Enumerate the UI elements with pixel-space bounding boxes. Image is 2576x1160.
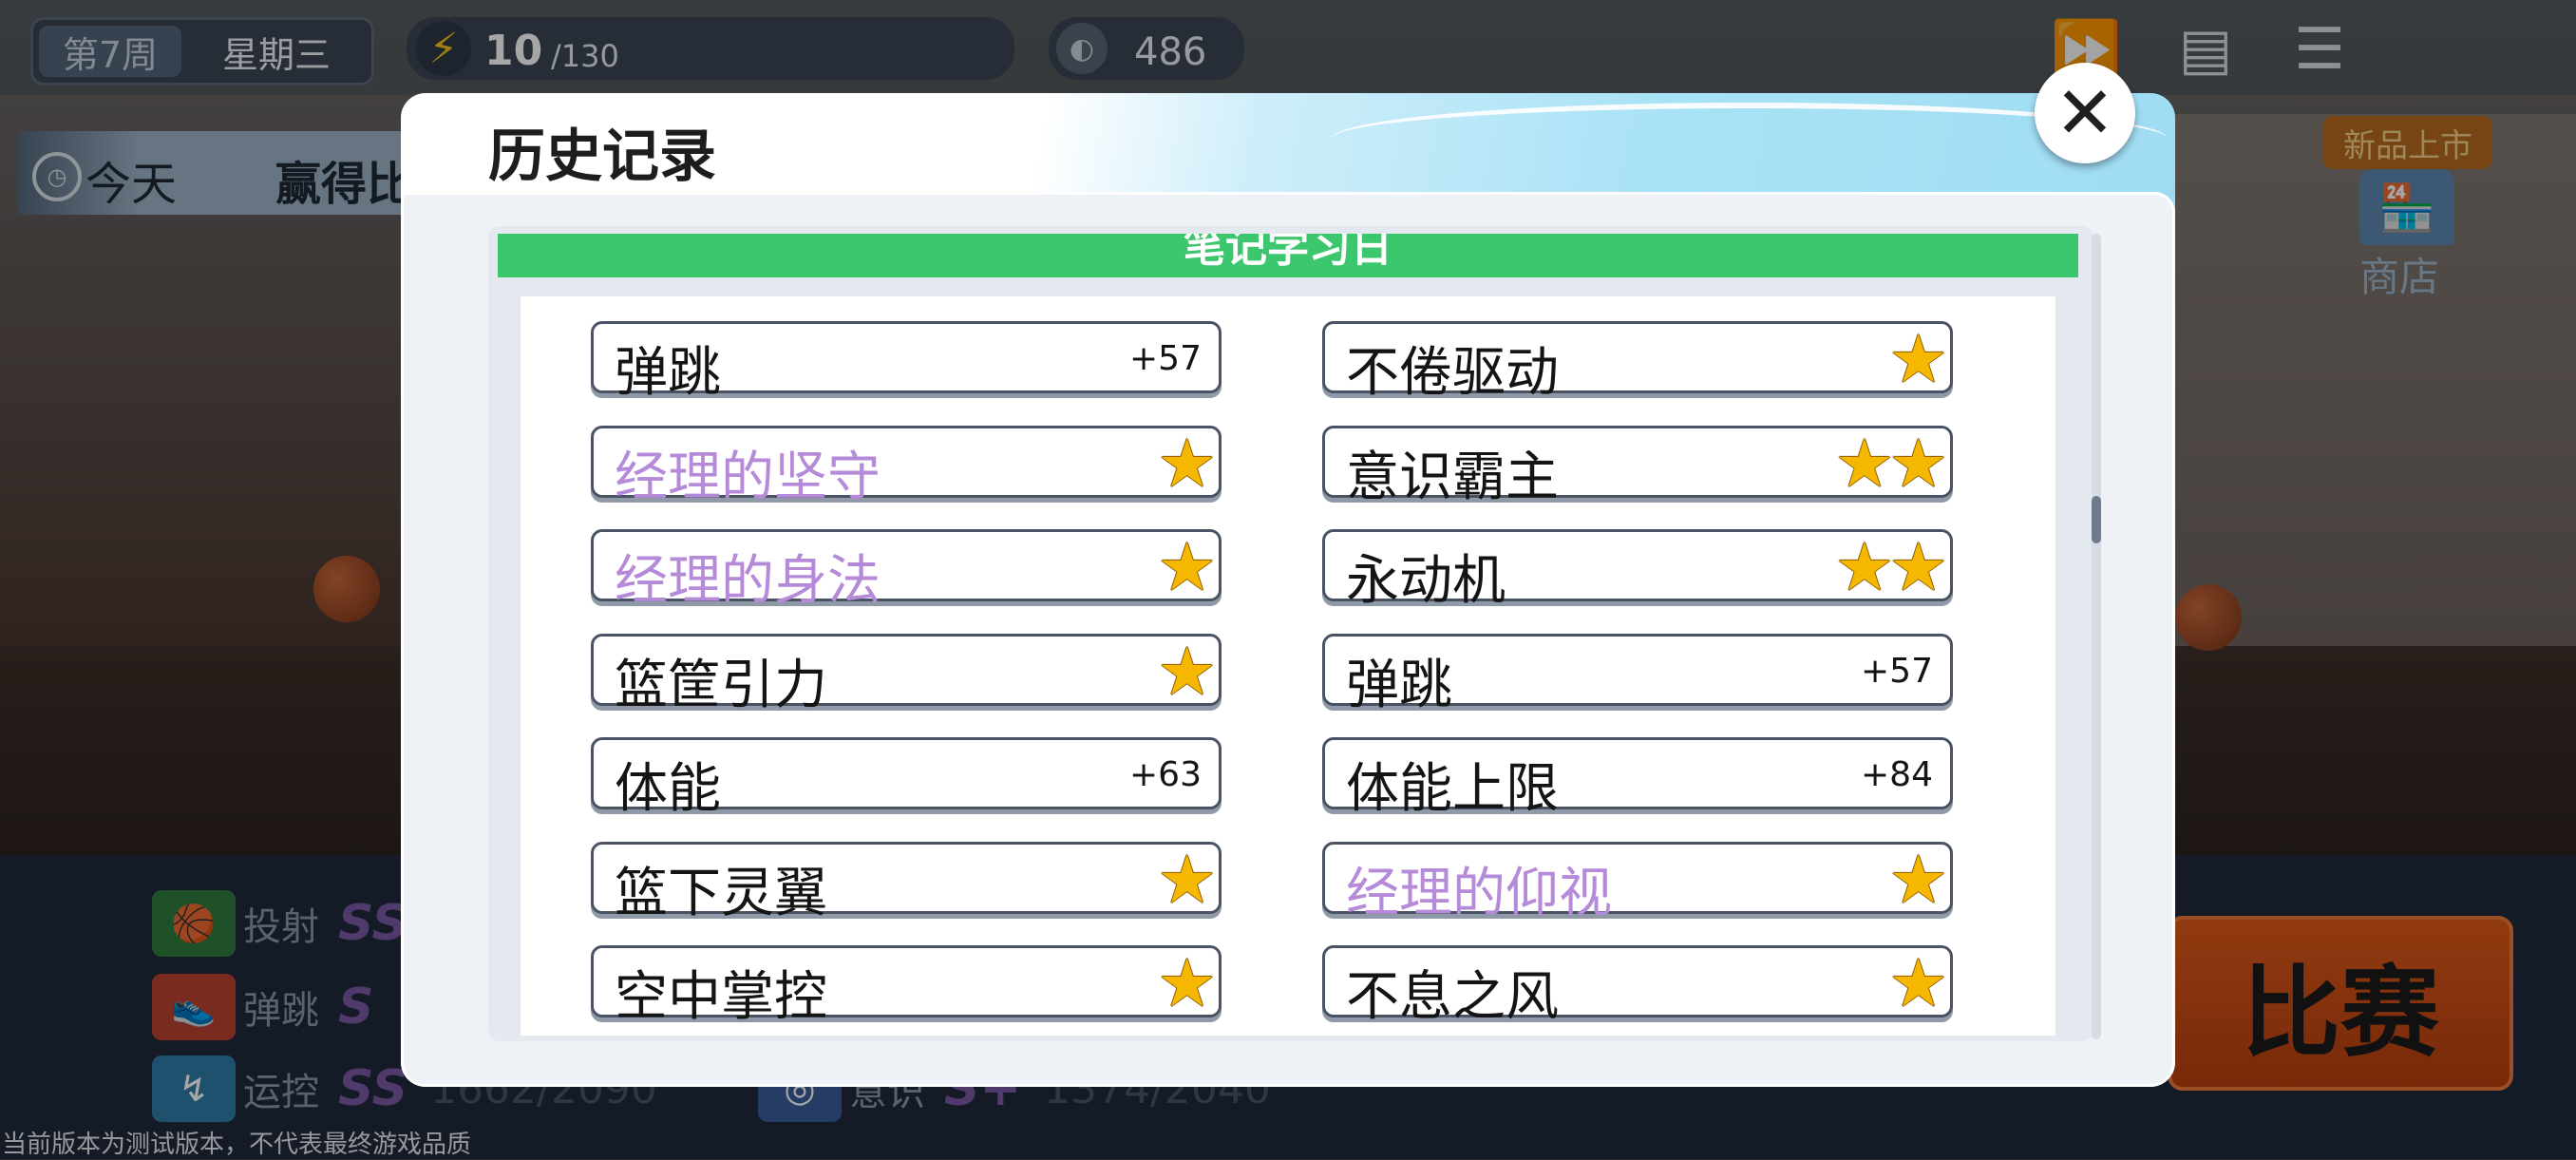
history-item: 永动机 ★★ [1322, 528, 1953, 612]
history-item: 经理的仰视 ★ [1322, 841, 1953, 924]
star-icon: ★ [1157, 944, 1217, 1022]
history-item-label: 不息之风 [1346, 966, 1559, 1028]
history-item: 弹跳 +57 [1322, 634, 1953, 716]
history-item-label: 经理的身法 [615, 550, 881, 612]
history-item-value: +57 [1861, 652, 1933, 691]
modal-title: 历史记录 [488, 124, 716, 190]
history-item-label: 意识霸主 [1346, 447, 1559, 508]
history-item: 不倦驱动 ★ [1322, 320, 1953, 404]
star-icon: ★ [1157, 633, 1217, 711]
section-header: 笔记学习日 [498, 234, 2078, 277]
history-item-label: 体能上限 [1346, 758, 1559, 820]
history-item: 弹跳 +57 [591, 321, 1222, 404]
star-icon: ★ [1888, 944, 1948, 1022]
history-item: 体能上限 +84 [1322, 737, 1953, 820]
star-icon: ★ [1157, 425, 1217, 503]
history-item: 体能 +63 [591, 737, 1222, 820]
history-item: 篮筐引力 ★ [591, 633, 1222, 716]
history-item: 经理的身法 ★ [591, 528, 1222, 612]
history-item-label: 不倦驱动 [1346, 342, 1559, 404]
history-item-value: +57 [1129, 339, 1202, 378]
history-item-value: +63 [1129, 755, 1202, 794]
history-item: 不息之风 ★ [1322, 944, 1953, 1028]
star-icon: ★★ [1834, 425, 1947, 503]
star-icon: ★ [1157, 528, 1217, 606]
history-item-label: 永动机 [1346, 550, 1506, 612]
history-list[interactable]: 弹跳 +57 不倦驱动 ★ 经理的坚守 ★ 意识霸主 ★★ 经理的身法 ★ 永动机 ★★ 篮筐引力 ★ 弹跳… [521, 296, 2055, 1036]
history-item: 篮下灵翼 ★ [591, 841, 1222, 924]
star-icon: ★ [1888, 320, 1948, 398]
history-item-label: 弹跳 [615, 342, 721, 404]
history-item-label: 经理的仰视 [1346, 863, 1612, 924]
close-button[interactable]: ✕ [2035, 63, 2135, 163]
scrollbar-thumb[interactable] [2092, 496, 2101, 543]
history-item-label: 篮筐引力 [615, 655, 827, 716]
history-item: 经理的坚守 ★ [591, 425, 1222, 508]
history-item-label: 经理的坚守 [615, 447, 881, 508]
star-icon: ★ [1888, 841, 1948, 919]
history-item: 空中掌控 ★ [591, 944, 1222, 1028]
history-item-label: 空中掌控 [615, 966, 827, 1028]
close-icon: ✕ [2055, 70, 2115, 155]
history-item: 意识霸主 ★★ [1322, 425, 1953, 508]
star-icon: ★★ [1834, 528, 1947, 606]
history-item-value: +84 [1861, 755, 1933, 794]
history-item-label: 弹跳 [1346, 655, 1452, 716]
history-item-label: 体能 [615, 758, 721, 820]
scrollbar-track[interactable] [2092, 234, 2101, 1039]
history-item-label: 篮下灵翼 [615, 863, 827, 924]
section-title: 笔记学习日 [1184, 234, 1392, 272]
star-icon: ★ [1157, 841, 1217, 919]
